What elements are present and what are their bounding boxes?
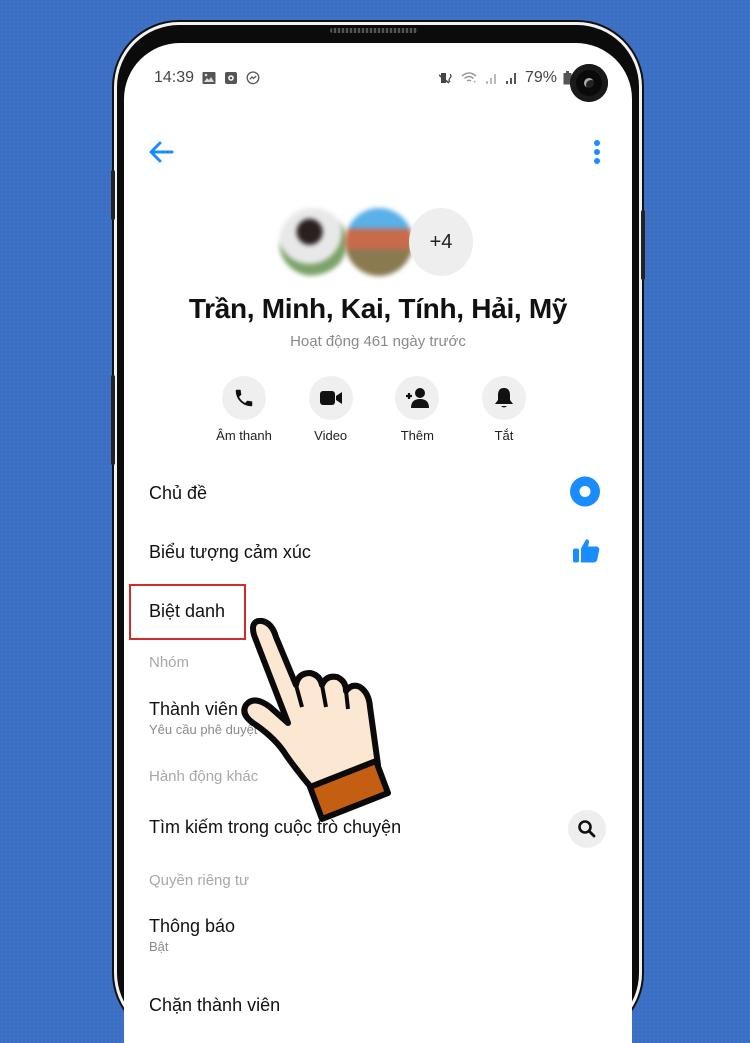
signal-icon: [505, 73, 516, 84]
top-bar: [124, 131, 632, 175]
mute-button[interactable]: Tắt: [464, 376, 544, 443]
screen-record-icon: [225, 72, 238, 84]
more-members-badge: +4: [409, 208, 473, 276]
menu-item-block[interactable]: Chặn thành viên: [149, 995, 602, 1016]
video-icon: [319, 391, 342, 405]
gallery-icon: [202, 72, 216, 84]
menu-item-search[interactable]: Tìm kiếm trong cuộc trò chuyện: [149, 810, 606, 848]
phone-frame: 14:39 + 79% +4 Trần, Minh, Kai, Tính, Hả…: [111, 25, 645, 1043]
search-label: Tìm kiếm trong cuộc trò chuyện: [149, 817, 402, 837]
earpiece-speaker: [330, 28, 418, 33]
member-avatar: [279, 208, 347, 276]
members-sublabel: Yêu cầu phê duyệt đang chờ: [149, 722, 316, 737]
svg-text:+: +: [473, 80, 477, 85]
status-time: 14:39: [154, 69, 195, 86]
battery-percent: 79%: [524, 69, 557, 86]
notifications-status: Bật: [149, 939, 169, 954]
phone-icon: [235, 389, 253, 407]
notifications-label: Thông báo: [149, 916, 236, 936]
search-button[interactable]: [568, 810, 606, 848]
bixby-button: [111, 375, 115, 465]
search-icon: [578, 820, 596, 838]
vibrate-icon: [438, 73, 452, 84]
theme-icon: [570, 476, 600, 506]
back-arrow-icon[interactable]: [144, 135, 178, 169]
add-person-icon: [406, 388, 430, 408]
volume-button: [111, 170, 115, 220]
menu-item-emoji[interactable]: Biểu tượng cảm xúc: [149, 538, 602, 563]
audio-call-button[interactable]: Âm thanh: [204, 376, 284, 443]
add-people-label: Thêm: [400, 428, 434, 443]
group-name: Trần, Minh, Kai, Tính, Hải, Mỹ: [188, 293, 568, 324]
bell-icon: [494, 388, 513, 408]
messenger-icon: [246, 71, 260, 85]
emoji-label: Biểu tượng cảm xúc: [149, 542, 311, 562]
section-header-privacy: Quyền riêng tư: [149, 872, 250, 889]
menu-item-members[interactable]: Thành viên Yêu cầu phê duyệt đang chờ: [149, 699, 602, 737]
thumbs-up-icon: [573, 538, 600, 562]
add-people-button[interactable]: Thêm: [377, 376, 457, 443]
section-header-other-actions: Hành động khác: [149, 768, 259, 785]
menu-item-notifications[interactable]: Thông báo Bật: [149, 916, 602, 954]
video-call-label: Video: [314, 428, 348, 443]
more-vertical-icon[interactable]: [588, 135, 606, 169]
wifi-icon: +: [461, 72, 477, 85]
audio-call-label: Âm thanh: [216, 428, 272, 443]
power-button: [641, 210, 645, 280]
members-label: Thành viên: [149, 699, 239, 719]
signal-icon: [485, 74, 496, 84]
activity-status: Hoạt động 461 ngày trước: [290, 333, 466, 350]
mute-label: Tắt: [494, 428, 514, 443]
theme-label: Chủ đề: [149, 483, 208, 503]
video-call-button[interactable]: Video: [291, 376, 371, 443]
block-label: Chặn thành viên: [149, 995, 281, 1015]
group-avatars[interactable]: +4: [279, 208, 479, 278]
screen: 14:39 + 79% +4 Trần, Minh, Kai, Tính, Hả…: [124, 43, 632, 1043]
section-header-group: Nhóm: [149, 654, 190, 671]
menu-item-theme[interactable]: Chủ đề: [149, 476, 602, 506]
quick-actions: Âm thanh Video Thêm Tắt: [204, 376, 544, 443]
front-camera: [570, 64, 608, 102]
member-avatar: [345, 208, 413, 276]
nickname-label: Biệt danh: [149, 601, 226, 621]
menu-item-nickname[interactable]: Biệt danh: [149, 601, 602, 622]
status-bar: 14:39 + 79%: [154, 64, 612, 102]
